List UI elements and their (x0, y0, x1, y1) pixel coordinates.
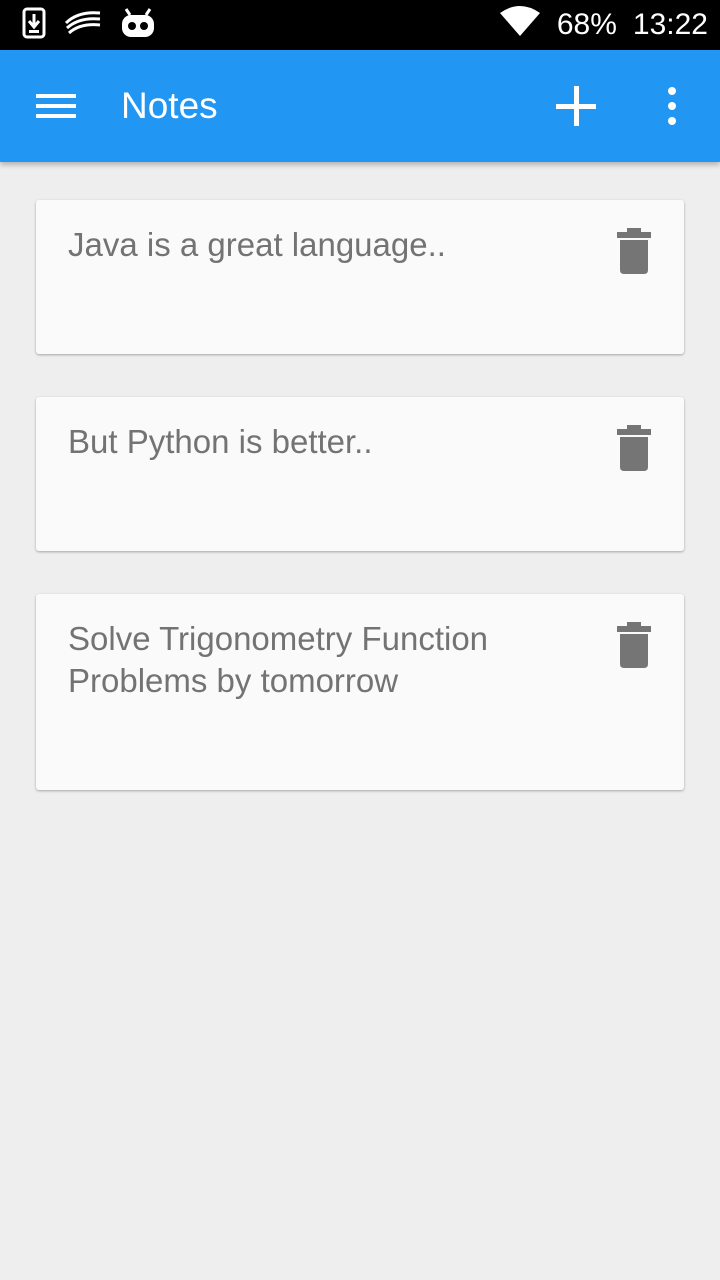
note-text: Java is a great language.. (68, 226, 446, 263)
add-note-button[interactable] (552, 82, 600, 130)
app-bar: Notes (0, 50, 720, 162)
clock: 13:22 (632, 8, 708, 41)
status-bar: 68% 13:22 (0, 0, 720, 50)
notes-list: Java is a great language.. But Python is… (36, 200, 684, 833)
note-text: Solve Trigonometry Function Problems by … (68, 620, 489, 699)
download-icon (22, 7, 46, 44)
plus-icon (556, 86, 596, 126)
delete-note-button[interactable] (612, 620, 656, 670)
menu-button[interactable] (30, 86, 82, 126)
menu-icon-line (36, 104, 76, 108)
note-card[interactable]: But Python is better.. (36, 397, 684, 551)
menu-icon (36, 94, 76, 98)
status-notification-icons (22, 7, 156, 44)
page-title: Notes (121, 85, 218, 126)
delete-note-button[interactable] (612, 226, 656, 276)
note-card[interactable]: Solve Trigonometry Function Problems by … (36, 594, 684, 790)
note-card[interactable]: Java is a great language.. (36, 200, 684, 354)
wifi-icon (499, 5, 541, 45)
cyanogenmod-icon (120, 7, 156, 44)
status-system-icons: 68% 13:22 (499, 0, 708, 50)
menu-icon-line (36, 114, 76, 118)
trash-icon (617, 228, 651, 274)
swiftkey-icon (64, 9, 102, 42)
trash-icon (617, 425, 651, 471)
delete-note-button[interactable] (612, 423, 656, 473)
trash-icon (617, 622, 651, 668)
note-text: But Python is better.. (68, 423, 373, 460)
battery-percent: 68% (556, 8, 617, 41)
more-vert-icon (668, 87, 676, 125)
overflow-menu-button[interactable] (654, 82, 690, 130)
